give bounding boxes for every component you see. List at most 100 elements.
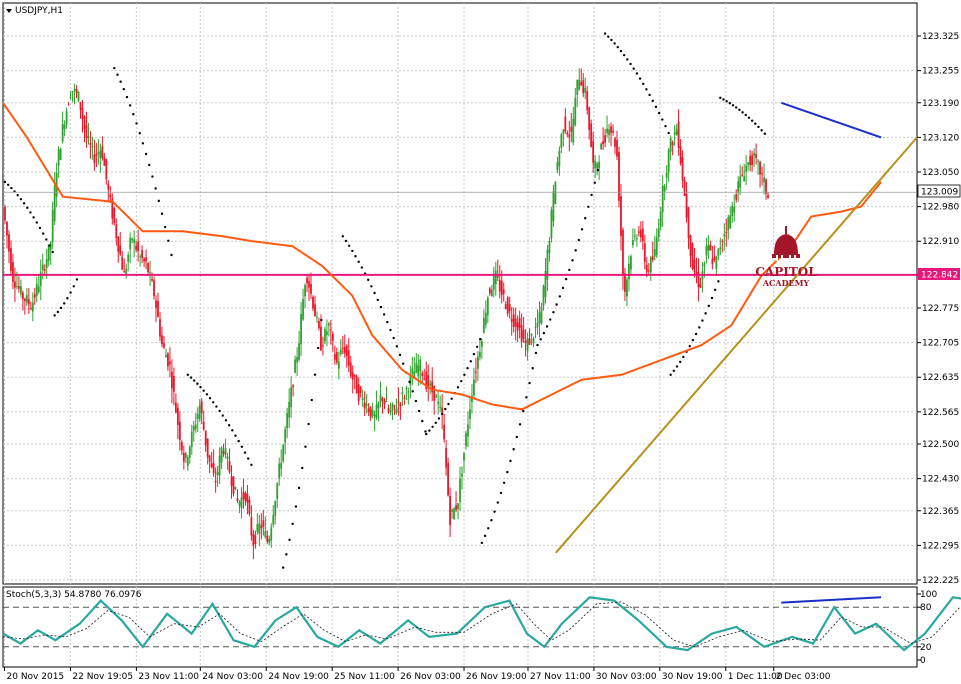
candle-body [149, 271, 151, 273]
sar-dot [574, 249, 577, 252]
candle-body [755, 154, 757, 158]
sar-dot [240, 445, 244, 448]
candle-body [258, 523, 261, 534]
candle-body [699, 283, 702, 288]
sar-dot [154, 187, 157, 190]
sar-dot [456, 386, 460, 389]
chart-title: USDJPY,H1 [15, 6, 63, 16]
candle-body [739, 176, 742, 188]
candle-body [673, 132, 676, 135]
sar-dot [536, 343, 539, 347]
candle-body [494, 270, 497, 285]
sar-dot [539, 338, 542, 341]
sar-dot [19, 197, 23, 201]
candle-body [103, 157, 106, 166]
sar-dot [428, 429, 431, 432]
sar-dot [379, 305, 383, 309]
candle-body [586, 91, 589, 111]
sar-dot [148, 163, 151, 167]
sar-dot [243, 451, 247, 454]
sar-dot [401, 362, 405, 365]
candle-body [429, 383, 432, 386]
candle-body [540, 306, 543, 324]
candle-body [612, 130, 614, 133]
price-tick-label: 122.500 [922, 440, 959, 450]
sar-dot [549, 318, 552, 321]
candle-body [391, 403, 394, 411]
sar-dot [558, 295, 561, 298]
candle-body [61, 124, 64, 142]
candle-body [335, 351, 338, 363]
candle-body [588, 107, 591, 130]
candle-body [643, 243, 646, 263]
candle-body [83, 116, 86, 129]
price-tick-label: 122.430 [922, 475, 959, 485]
candle-body [639, 229, 642, 238]
sar-dot [593, 181, 596, 184]
candle-body [355, 376, 358, 394]
price-tick-label: 122.225 [922, 576, 959, 586]
time-tick-label: 24 Nov 19:00 [268, 672, 329, 682]
candle-body [119, 245, 122, 255]
candle-body [230, 476, 233, 486]
candle-body [53, 185, 56, 222]
candle-body [282, 444, 285, 462]
candle-body [514, 318, 517, 327]
sar-dot [610, 38, 613, 42]
candle-body [37, 286, 40, 293]
sar-dot [424, 430, 427, 433]
candle-body [310, 283, 312, 294]
candle-body [449, 496, 451, 526]
sar-dot [719, 96, 722, 100]
candle-body [721, 240, 724, 242]
candle-body [433, 386, 436, 401]
candle-body [298, 342, 300, 360]
candle-body [618, 151, 620, 201]
sar-dot [189, 376, 193, 379]
candle-body [445, 448, 448, 468]
sar-dot [580, 228, 584, 231]
candle-body [550, 209, 553, 239]
candle-body [322, 345, 324, 347]
sar-dot [450, 397, 453, 400]
candle-body [395, 408, 398, 413]
price-tick-label: 122.775 [922, 304, 959, 314]
sar-dot [561, 286, 565, 290]
candle-body [266, 536, 269, 542]
sar-dot [472, 352, 476, 356]
candle-body [276, 483, 279, 499]
candle-body [57, 149, 60, 166]
candle-body [141, 250, 144, 259]
candle-body [683, 180, 686, 196]
price-tick-label: 123.190 [922, 99, 959, 109]
candle-body [665, 172, 668, 178]
candle-body [667, 149, 670, 173]
candle-body [308, 281, 310, 288]
sar-dot [747, 116, 751, 119]
candle-body [761, 173, 763, 175]
candle-body [176, 407, 179, 426]
sar-dot [128, 104, 132, 107]
time-tick-label: 24 Nov 03:00 [202, 672, 263, 682]
sar-dot [635, 72, 639, 75]
candle-body [320, 326, 322, 351]
candle-body [379, 395, 382, 403]
candle-body [582, 80, 585, 94]
candle-body [262, 520, 265, 527]
candle-body [300, 313, 302, 345]
sar-dot [151, 175, 154, 178]
candle-body [399, 403, 402, 407]
sar-dot [502, 481, 506, 484]
candle-body [14, 281, 16, 288]
candle-body [475, 371, 477, 373]
sar-dot [212, 401, 215, 404]
sar-dot [434, 421, 437, 424]
candle-body [304, 285, 306, 297]
candle-body [437, 401, 440, 405]
sar-dot [310, 398, 313, 402]
svg-text:123.009: 123.009 [921, 188, 958, 198]
price-tick-label: 122.565 [922, 408, 959, 418]
candle-body [79, 102, 82, 110]
sar-dot [642, 82, 645, 86]
sar-dot [205, 393, 209, 396]
